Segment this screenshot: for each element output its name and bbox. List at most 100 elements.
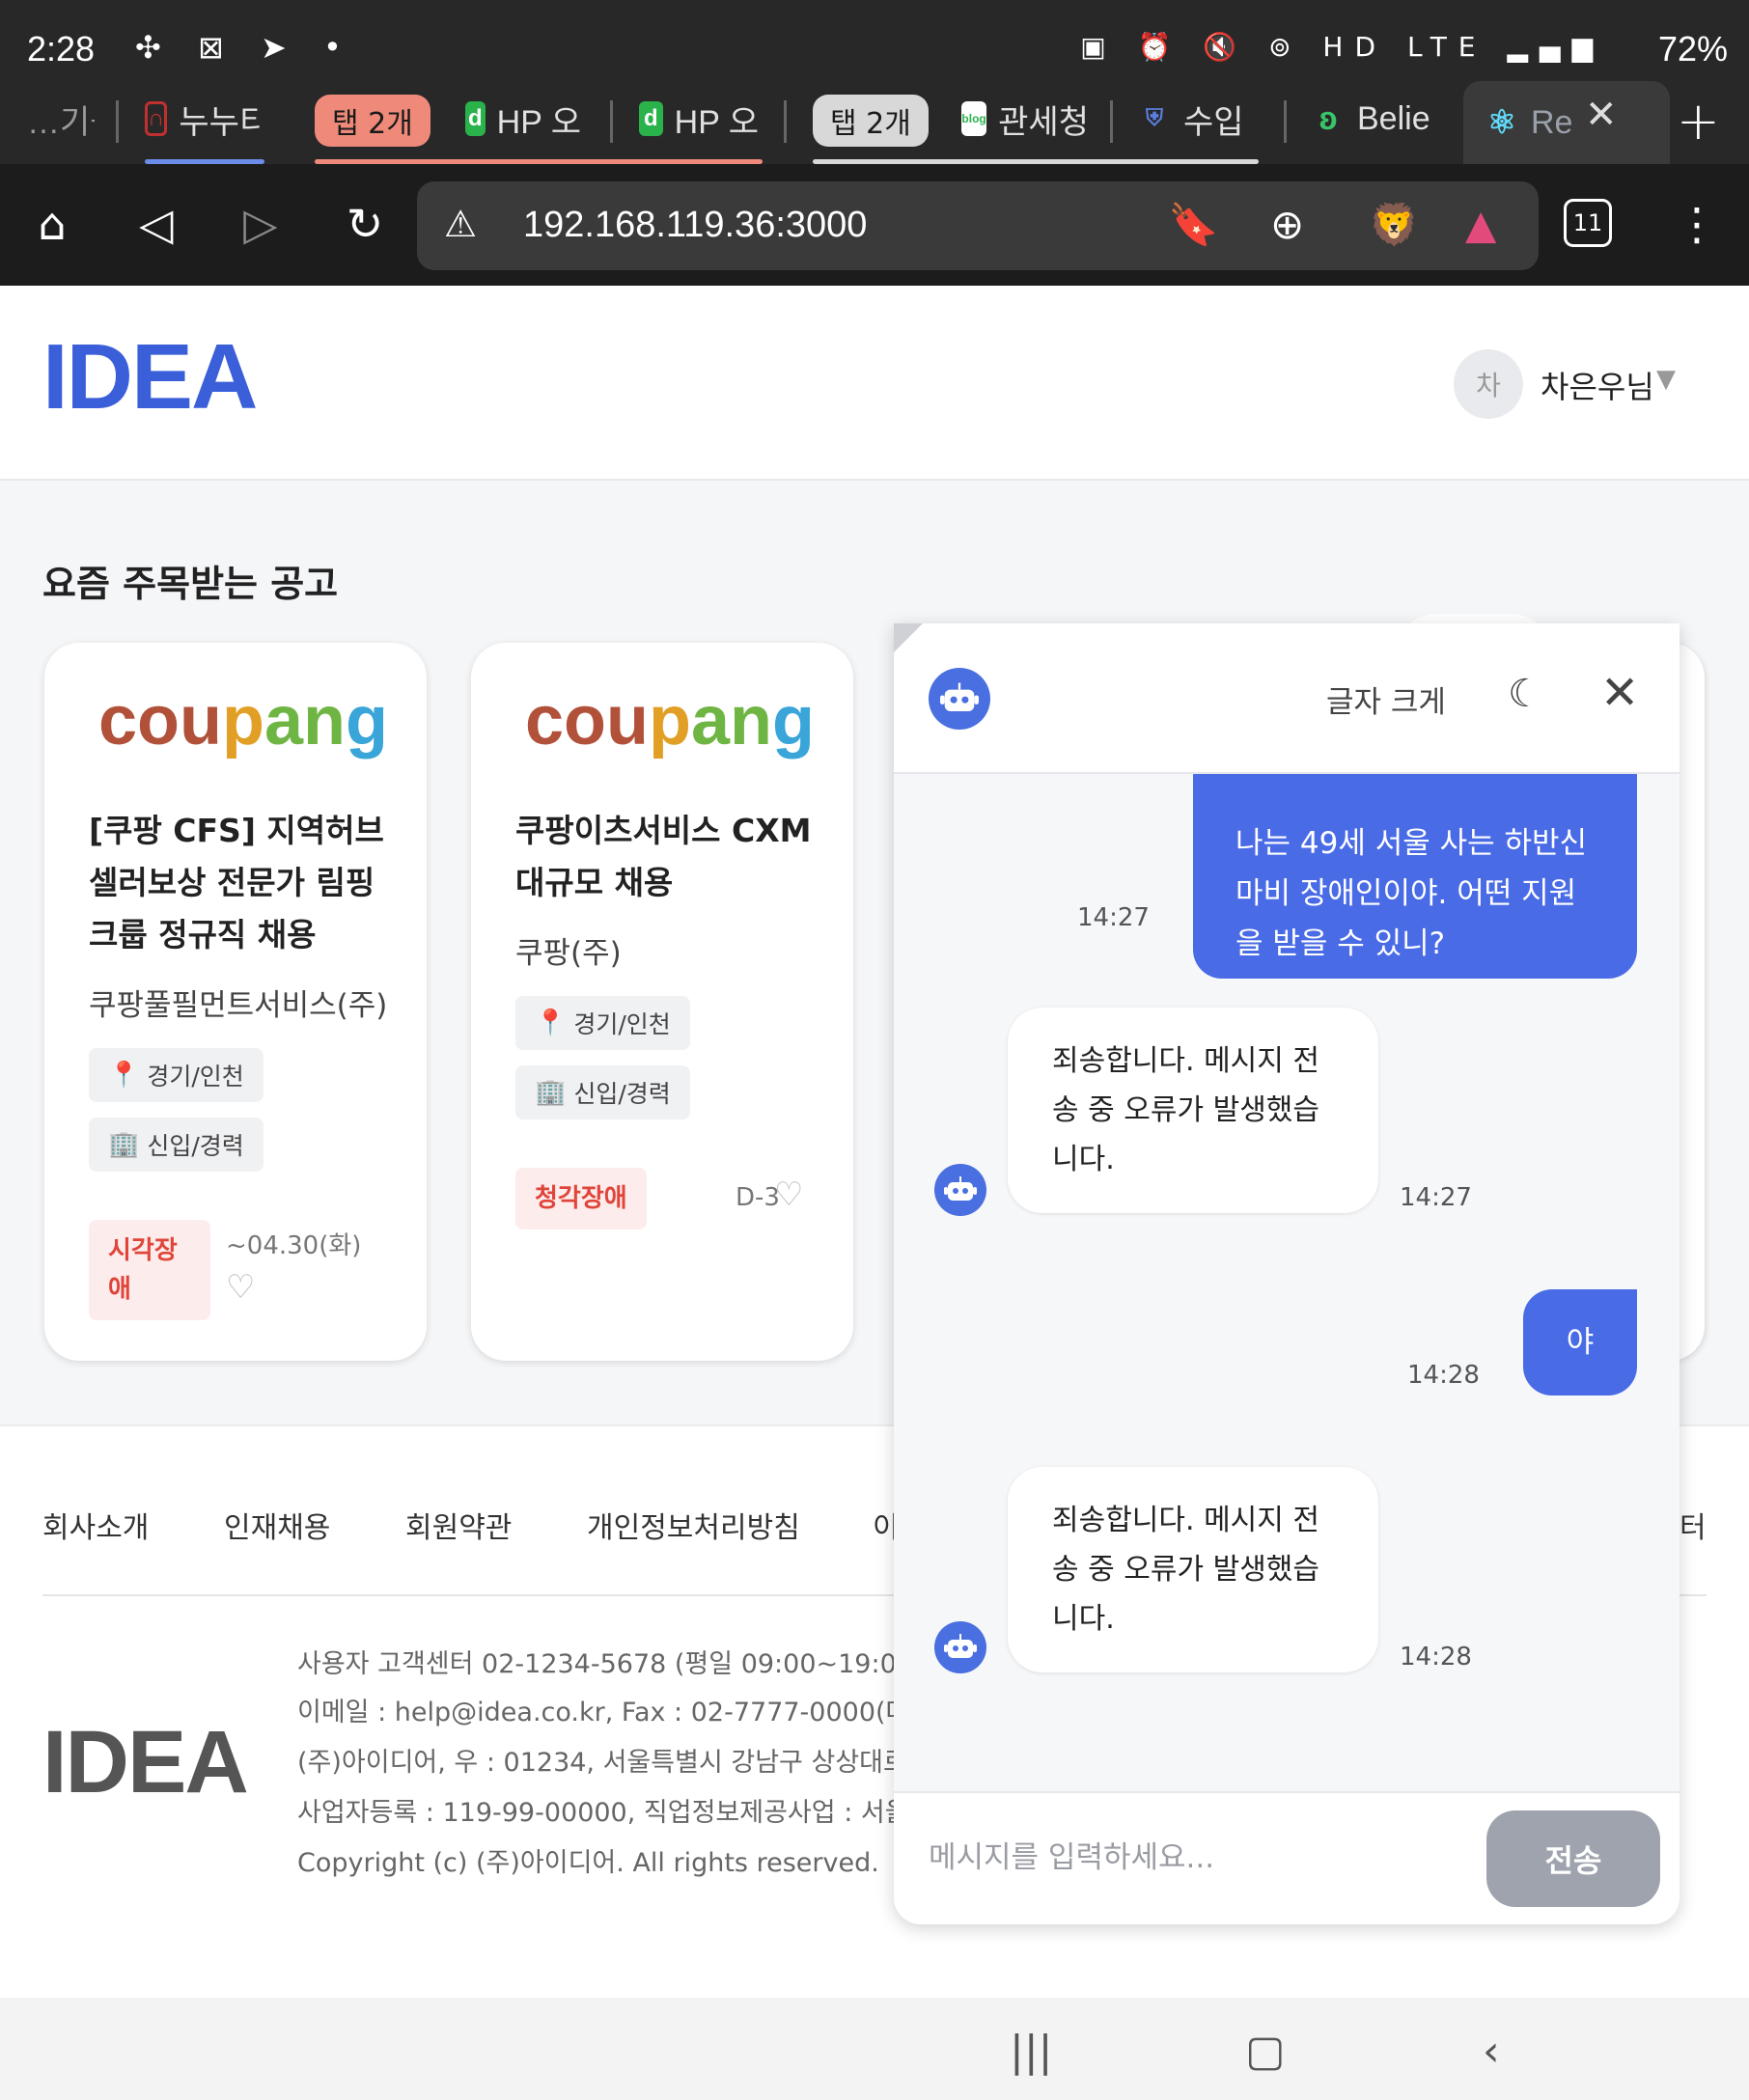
tab-3[interactable]: d HP 오 bbox=[465, 89, 581, 149]
url-text: 192.168.119.36:3000 bbox=[523, 205, 868, 245]
active-tab[interactable]: ⚛ Re ✕ bbox=[1463, 81, 1670, 164]
brave-rewards-icon[interactable]: ▲ bbox=[1465, 201, 1496, 248]
location-tag: 📍 경기/인천 bbox=[515, 996, 690, 1050]
job-title[interactable]: [쿠팡 CFS] 지역허브 셀러보상 전문가 림핑크룹 정규직 채용 bbox=[89, 805, 398, 961]
close-tab-icon[interactable]: ✕ bbox=[1585, 93, 1618, 137]
tab-4[interactable]: d HP 오 bbox=[639, 89, 759, 149]
heart-icon[interactable]: ♡ bbox=[774, 1175, 803, 1214]
moon-icon[interactable]: ☾ bbox=[1508, 672, 1542, 716]
tab-label: HP 오 bbox=[496, 103, 581, 141]
tab-separator bbox=[610, 100, 613, 143]
footer-info-line: (주)아이디어, 우 : 01234, 서울특별시 강남구 상상대로 77, bbox=[297, 1748, 958, 1778]
job-company: 쿠팡(주) bbox=[515, 936, 622, 971]
tab-separator bbox=[1110, 100, 1113, 143]
bot-message: 죄송합니다. 메시지 전송 중 오류가 발생했습니다. bbox=[1008, 1008, 1378, 1213]
footer-link-terms[interactable]: 회원약관 bbox=[405, 1504, 512, 1546]
site-header: IDEA 차 차은우님 ▼ bbox=[0, 286, 1749, 481]
font-size-button[interactable]: 글자 크게 bbox=[1326, 677, 1446, 721]
tab-group-chip-2[interactable]: 탭 2개 bbox=[813, 95, 929, 147]
status-time: 2:28 bbox=[27, 29, 96, 69]
address-bar[interactable]: ⚠ 192.168.119.36:3000 🔖 ⊕ 🦁 ▲ bbox=[417, 181, 1539, 270]
blog-favicon-icon: blog bbox=[961, 101, 987, 136]
chatbot-panel: 나는 49세 서울 사는 하반신 마비 장애인이야. 어떤 지원을 받을 수 있… bbox=[894, 623, 1680, 1924]
message-time: 14:27 bbox=[1400, 1183, 1472, 1212]
message-time: 14:27 bbox=[1077, 903, 1150, 932]
tab-group-chip-1[interactable]: 탭 2개 bbox=[315, 95, 430, 147]
chevron-down-icon[interactable]: ▼ bbox=[1656, 365, 1676, 394]
notification-icons: ✣ ⊠ ➤ • bbox=[135, 29, 355, 66]
footer-link-partial[interactable]: 터 bbox=[1680, 1504, 1707, 1546]
job-company: 쿠팡풀필먼트서비스(주) bbox=[89, 988, 388, 1023]
footer-link-privacy[interactable]: 개인정보처리방침 bbox=[587, 1504, 800, 1546]
chat-header: 글자 크게 ☾ ✕ bbox=[894, 623, 1680, 774]
back-nav-icon[interactable]: ‹ bbox=[1483, 2027, 1500, 2076]
react-favicon-icon: ⚛ bbox=[1486, 104, 1517, 141]
download-icon[interactable]: ⊕ bbox=[1270, 201, 1304, 248]
footer-logo: IDEA bbox=[42, 1713, 249, 1811]
tab-label: …기를 bbox=[27, 103, 95, 141]
reload-icon[interactable]: ↻ bbox=[338, 197, 392, 251]
system-nav-bar: ||| ▢ ‹ bbox=[0, 1998, 1749, 2100]
building-icon: 🏢 bbox=[535, 1078, 567, 1107]
message-time: 14:28 bbox=[1407, 1361, 1480, 1390]
more-menu-icon[interactable]: ⋮ bbox=[1670, 197, 1724, 251]
home-nav-icon[interactable]: ▢ bbox=[1245, 2027, 1286, 2076]
heart-icon[interactable]: ♡ bbox=[226, 1268, 255, 1307]
tab-separator bbox=[116, 100, 119, 143]
pin-icon: 📍 bbox=[108, 1061, 140, 1090]
d-favicon-icon: d bbox=[639, 101, 663, 136]
d-favicon-icon: d bbox=[465, 101, 486, 136]
footer-info-line: 사업자등록 : 119-99-00000, 직업정보제공사업 : 서울 관악 bbox=[297, 1798, 965, 1828]
tab-7[interactable]: ʚ Belie bbox=[1311, 89, 1434, 149]
footer-link-careers[interactable]: 인재채용 bbox=[224, 1504, 330, 1546]
browser-toolbar: ⌂ ◁ ▷ ↻ ⚠ 192.168.119.36:3000 🔖 ⊕ 🦁 ▲ 11… bbox=[0, 164, 1749, 286]
bot-avatar-icon bbox=[934, 1621, 986, 1673]
nunu-favicon-icon: ∩ bbox=[145, 101, 168, 136]
tab-1[interactable]: …기를 bbox=[27, 89, 95, 149]
bot-avatar-icon bbox=[934, 1164, 986, 1216]
forward-icon[interactable]: ▷ bbox=[234, 197, 288, 251]
job-title[interactable]: 쿠팡이츠서비스 CXM 대규모 채용 bbox=[515, 805, 824, 909]
recents-icon[interactable]: ||| bbox=[1010, 2027, 1052, 2076]
location-tag: 📍 경기/인천 bbox=[89, 1048, 264, 1102]
tab-separator bbox=[784, 100, 787, 143]
message-time: 14:28 bbox=[1400, 1643, 1472, 1672]
home-icon[interactable]: ⌂ bbox=[25, 197, 79, 251]
chat-composer: 전송 bbox=[894, 1791, 1680, 1924]
company-logo: coupang bbox=[525, 682, 816, 760]
chat-message-input[interactable] bbox=[929, 1816, 1411, 1899]
job-card[interactable]: coupang 쿠팡이츠서비스 CXM 대규모 채용 쿠팡(주) 📍 경기/인천 … bbox=[471, 643, 853, 1361]
section-title: 요즘 주목받는 공고 bbox=[42, 563, 339, 605]
tab-2[interactable]: ∩ 누누티 bbox=[145, 89, 261, 149]
footer-link-about[interactable]: 회사소개 bbox=[42, 1504, 149, 1546]
back-icon[interactable]: ◁ bbox=[129, 197, 183, 251]
status-bar: 2:28 ✣ ⊠ ➤ • ▣ ⏰ 🔇 ⊚ HD LTE ▂▄▆ 72% bbox=[0, 0, 1749, 81]
job-card[interactable]: coupang [쿠팡 CFS] 지역허브 셀러보상 전문가 림핑크룹 정규직 … bbox=[44, 643, 427, 1361]
tab-label: 수입 bbox=[1183, 103, 1244, 141]
tab-label: 누누티 bbox=[179, 103, 261, 141]
site-logo[interactable]: IDEA bbox=[42, 324, 258, 430]
career-tag: 🏢 신입/경력 bbox=[89, 1118, 264, 1172]
pin-icon: 📍 bbox=[535, 1009, 567, 1037]
user-avatar[interactable]: 차 bbox=[1454, 349, 1523, 419]
battery-level: 72% bbox=[1657, 29, 1728, 69]
tab-label: Belie bbox=[1357, 99, 1430, 137]
user-name[interactable]: 차은우님 bbox=[1541, 363, 1654, 407]
company-logo: coupang bbox=[98, 682, 389, 760]
tab-8[interactable]: ⚛ Re bbox=[1485, 93, 1600, 152]
tab-switcher-button[interactable]: 11 bbox=[1564, 199, 1612, 247]
not-secure-icon[interactable]: ⚠ bbox=[444, 203, 477, 245]
building-icon: 🏢 bbox=[108, 1130, 140, 1159]
tab-6[interactable]: ⛨ 수입 bbox=[1137, 89, 1259, 149]
resize-handle-icon[interactable] bbox=[894, 623, 923, 652]
footer-info-line: 이메일 : help@idea.co.kr, Fax : 02-7777-000… bbox=[297, 1698, 994, 1727]
bookmark-icon[interactable]: 🔖 bbox=[1168, 201, 1218, 249]
close-icon[interactable]: ✕ bbox=[1600, 666, 1639, 720]
deadline-text: ~04.30(화) bbox=[226, 1231, 362, 1260]
new-tab-icon[interactable]: + bbox=[1677, 91, 1720, 152]
send-button[interactable]: 전송 bbox=[1486, 1810, 1660, 1907]
bot-message: 죄송합니다. 메시지 전송 중 오류가 발생했습니다. bbox=[1008, 1467, 1378, 1672]
tab-5[interactable]: blog 관세청 bbox=[961, 89, 1089, 149]
footer-info-line: 사용자 고객센터 02-1234-5678 (평일 09:00~19:00, 주… bbox=[297, 1649, 978, 1679]
brave-shield-icon[interactable]: 🦁 bbox=[1369, 201, 1419, 249]
